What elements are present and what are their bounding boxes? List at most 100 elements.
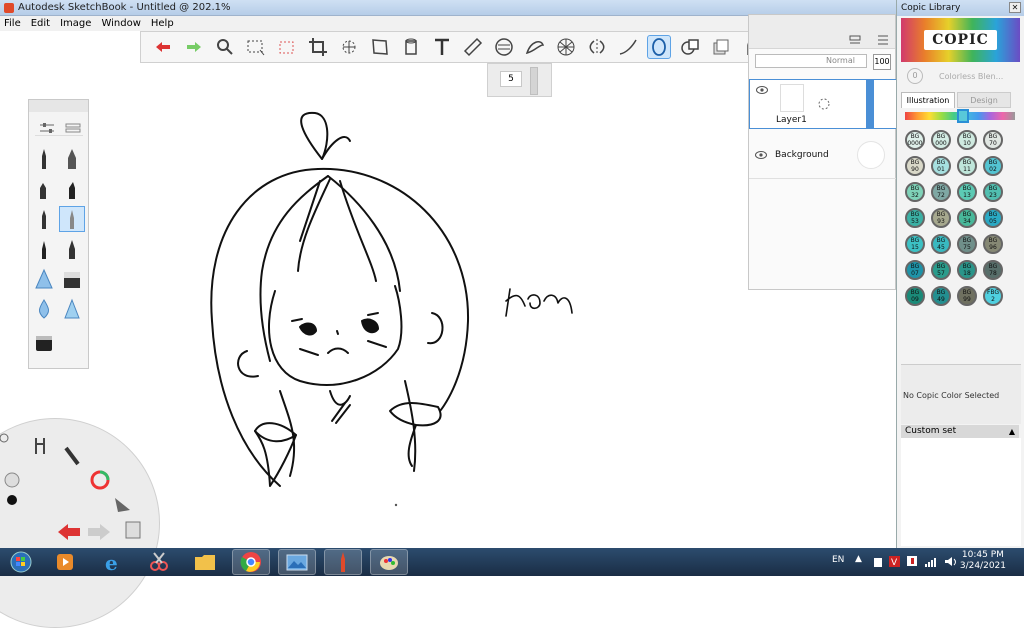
layer-menu-icon[interactable] [849, 35, 861, 45]
copic-swatch[interactable]: BG 78 [983, 260, 1003, 280]
copic-swatch[interactable]: BG 53 [905, 208, 925, 228]
symmetry-button[interactable] [585, 35, 609, 59]
sliders-icon[interactable] [39, 122, 55, 134]
copic-swatch[interactable]: BG 18 [957, 260, 977, 280]
language-indicator[interactable]: EN [832, 555, 844, 565]
copic-swatch[interactable]: BG 11 [957, 156, 977, 176]
blur-tool[interactable] [31, 296, 57, 322]
flag-icon[interactable] [906, 555, 918, 568]
copic-swatch[interactable]: BG 15 [905, 234, 925, 254]
colorless-blender-swatch[interactable]: 0 [907, 68, 923, 84]
start-button[interactable] [2, 549, 40, 575]
hamburger-icon[interactable] [877, 35, 889, 45]
marker-tool[interactable] [31, 176, 57, 202]
copic-swatch[interactable]: BG 32 [905, 182, 925, 202]
menu-help[interactable]: Help [151, 18, 174, 29]
menu-edit[interactable]: Edit [31, 18, 50, 29]
copic-swatch[interactable]: BG 02 [983, 156, 1003, 176]
collapse-icon[interactable]: ▲ [1005, 425, 1019, 438]
copic-swatch[interactable]: BG 93 [931, 208, 951, 228]
lagoon-tools-icon[interactable] [35, 438, 45, 454]
menu-window[interactable]: Window [101, 18, 140, 29]
paintbrush-tool[interactable] [31, 236, 57, 262]
antivirus-icon[interactable]: V [888, 555, 901, 568]
brush-list-icon[interactable] [65, 122, 81, 134]
blend-mode-select[interactable]: Normal [755, 54, 867, 68]
stroke-button[interactable] [616, 35, 640, 59]
network-icon[interactable] [924, 555, 938, 568]
lagoon-select-icon[interactable] [115, 498, 130, 512]
layer-row-background[interactable]: Background [749, 135, 897, 179]
copic-swatch[interactable]: BG 75 [957, 234, 977, 254]
copic-swatch[interactable]: BG 07 [905, 260, 925, 280]
volume-icon[interactable] [944, 555, 958, 568]
copic-swatch[interactable]: BG 96 [983, 234, 1003, 254]
taskbar-paint[interactable] [370, 549, 408, 575]
usb-icon[interactable] [872, 556, 884, 568]
visibility-eye-icon[interactable] [756, 86, 768, 94]
menu-file[interactable]: File [4, 18, 21, 29]
close-icon[interactable]: ✕ [1009, 2, 1021, 13]
transform-button[interactable] [337, 35, 361, 59]
copic-swatch[interactable]: BG 34 [957, 208, 977, 228]
fill-button[interactable] [399, 35, 423, 59]
perspective-button[interactable] [554, 35, 578, 59]
zoom-button[interactable] [213, 35, 237, 59]
lagoon-current-color[interactable] [7, 495, 17, 505]
sharpen-tool[interactable] [59, 296, 85, 322]
lagoon-copy-icon[interactable] [125, 521, 141, 539]
taskbar-file-explorer[interactable] [186, 549, 224, 575]
ruler-button[interactable] [461, 35, 485, 59]
custom-set-header[interactable]: Custom set [901, 425, 1007, 438]
distort-button[interactable] [368, 35, 392, 59]
taskbar-media-player[interactable] [46, 549, 84, 575]
copic-swatch[interactable]: BG 99 [957, 286, 977, 306]
hard-eraser-tool[interactable] [31, 330, 57, 356]
crop-button[interactable] [306, 35, 330, 59]
brush-size-value[interactable]: 5 [500, 71, 522, 87]
copic-swatch[interactable]: BG 13 [957, 182, 977, 202]
copic-swatch[interactable]: BG 000 [931, 130, 951, 150]
copic-swatch[interactable]: BG 57 [931, 260, 951, 280]
redo-button[interactable] [182, 35, 206, 59]
inking-pen-tool[interactable] [59, 146, 85, 172]
ellipse-guide-button[interactable] [492, 35, 516, 59]
tab-design[interactable]: Design [957, 92, 1011, 108]
copic-swatch[interactable]: BG 72 [931, 182, 951, 202]
fountain-pen-tool[interactable] [59, 236, 85, 262]
lagoon-settings-icon[interactable] [0, 433, 9, 443]
copic-swatch[interactable]: BG 09 [905, 286, 925, 306]
layer-editor-button[interactable] [709, 35, 733, 59]
layer-opacity[interactable]: 100 [873, 54, 891, 70]
crop-select-button[interactable] [275, 35, 299, 59]
copic-swatch[interactable]: BG 70 [983, 130, 1003, 150]
taskbar-snipping-tool[interactable] [140, 549, 178, 575]
taskbar-chrome[interactable] [232, 549, 270, 575]
copic-swatch[interactable]: BG 49 [931, 286, 951, 306]
layer-row-layer1[interactable]: Layer1 [749, 79, 897, 129]
copic-swatch[interactable]: BG 23 [983, 182, 1003, 202]
taskbar-sketchbook[interactable] [324, 549, 362, 575]
smudge-tool[interactable] [31, 266, 57, 292]
lagoon-brush-icon[interactable] [64, 446, 80, 466]
copic-swatch[interactable]: BG 45 [931, 234, 951, 254]
copic-swatch[interactable]: BG 01 [931, 156, 951, 176]
copic-swatch[interactable]: FBG 2 [983, 286, 1003, 306]
text-button[interactable] [430, 35, 454, 59]
felt-pen-tool[interactable] [59, 176, 85, 202]
taskbar-internet-explorer[interactable]: e [94, 549, 132, 575]
menu-image[interactable]: Image [60, 18, 91, 29]
copic-swatch[interactable]: BG 90 [905, 156, 925, 176]
lagoon-redo-icon[interactable] [88, 524, 110, 540]
lagoon-pencil-icon[interactable] [4, 472, 20, 488]
taskbar-photo-viewer[interactable] [278, 549, 316, 575]
layer-lock-icon[interactable] [818, 98, 830, 110]
ballpoint-tool[interactable] [31, 206, 57, 232]
copic-swatch[interactable]: BG 0000 [905, 130, 925, 150]
show-hidden-icons[interactable]: ▲ [855, 554, 862, 564]
shapes-button[interactable] [678, 35, 702, 59]
layer-opacity-bar[interactable] [866, 80, 874, 128]
background-color-swatch[interactable] [857, 141, 885, 169]
brush-size-slider[interactable] [530, 67, 538, 95]
pencil-tool[interactable] [31, 146, 57, 172]
